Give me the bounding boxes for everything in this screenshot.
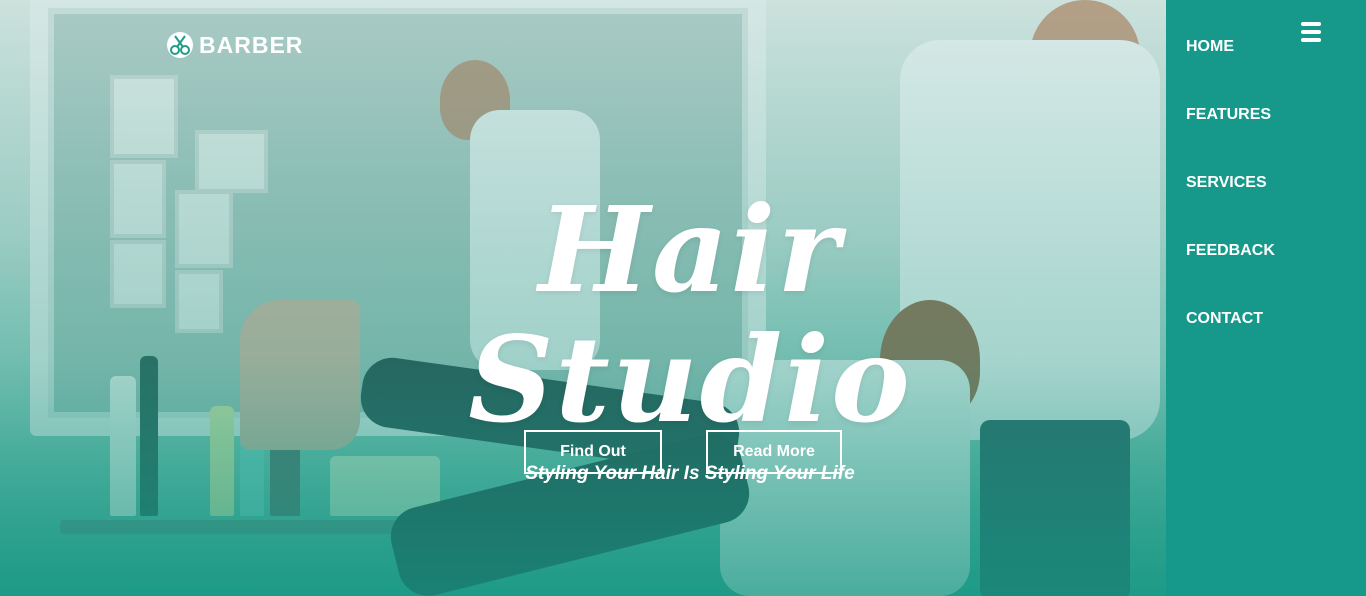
nav-item-services[interactable]: SERVICES bbox=[1186, 174, 1275, 242]
hamburger-menu-icon[interactable] bbox=[1301, 22, 1321, 44]
hero-section: BARBER Hair Studio Styling Your Hair Is … bbox=[0, 0, 1366, 596]
site-logo[interactable]: BARBER bbox=[165, 30, 303, 60]
find-out-button[interactable]: Find Out bbox=[524, 430, 662, 474]
read-more-button[interactable]: Read More bbox=[706, 430, 842, 474]
scissors-logo-icon bbox=[167, 32, 193, 58]
hero-headline: Hair Studio Styling Your Hair Is Styling… bbox=[330, 185, 1050, 485]
nav-item-features[interactable]: FEATURES bbox=[1186, 106, 1275, 174]
menu-bar bbox=[1301, 22, 1321, 26]
logo-text: BARBER bbox=[199, 31, 304, 58]
menu-bar bbox=[1301, 30, 1321, 34]
sidebar-nav: HOME FEATURES SERVICES FEEDBACK CONTACT bbox=[1166, 0, 1366, 596]
nav-list: HOME FEATURES SERVICES FEEDBACK CONTACT bbox=[1186, 38, 1275, 378]
nav-item-home[interactable]: HOME bbox=[1186, 38, 1275, 106]
nav-item-contact[interactable]: CONTACT bbox=[1186, 310, 1275, 378]
hero-title: Hair Studio bbox=[468, 180, 912, 449]
hero-subtitle: Styling Your Hair Is Styling Your Life bbox=[525, 463, 855, 484]
nav-item-feedback[interactable]: FEEDBACK bbox=[1186, 242, 1275, 310]
menu-bar bbox=[1301, 38, 1321, 42]
